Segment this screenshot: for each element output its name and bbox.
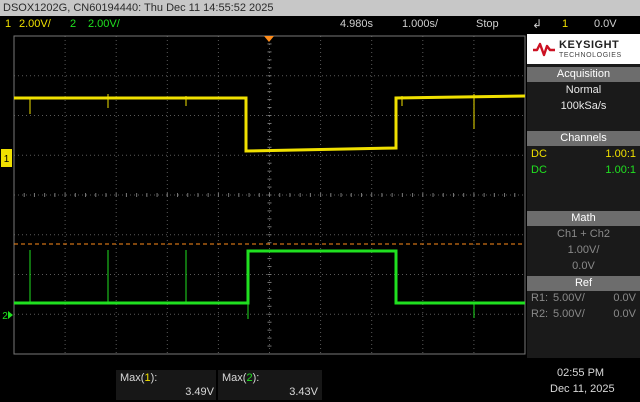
clock-time: 02:55 PM [557,367,605,379]
svg-text:2: 2 [2,311,8,322]
m1-prefix: Max( [120,372,145,384]
ch1-ground-marker[interactable]: 1 [1,149,12,167]
ref2-scale: 5.00V/ [553,308,585,320]
ref1-offset: 0.0V [613,292,636,304]
acquisition-mode: Normal [565,84,602,96]
trigger-edge-icon[interactable]: ↲ [532,17,542,31]
math-header[interactable]: Math [527,211,640,226]
brand-subtitle: TECHNOLOGIES [559,52,622,59]
ch1-scale[interactable]: 2.00V/ [19,18,51,30]
math-function: Ch1 + Ch2 [557,228,610,240]
ch2-coupling: DC [531,164,547,176]
title-bar: DSOX1202G, CN60194440: Thu Dec 11 14:55:… [0,0,640,16]
svg-text:1: 1 [4,154,10,165]
m2-suffix: ): [252,372,260,384]
measurement-2[interactable]: Max(2): 3.43V [218,370,322,400]
ch1-probe: 1.00:1 [605,148,636,160]
display-background [0,34,527,358]
math-scale: 1.00V/ [567,244,600,256]
ch2-scale[interactable]: 2.00V/ [88,18,120,30]
m1-value: 3.49V [185,386,214,398]
status-bar: 1 2.00V/ 2 2.00V/ 4.980s 1.000s/ Stop ↲ … [0,16,640,34]
keysight-wave-icon [533,42,555,57]
ref1-label: R1: [531,292,549,304]
acquisition-header[interactable]: Acquisition [527,67,640,82]
ref1-scale: 5.00V/ [553,292,585,304]
trigger-source[interactable]: 1 [562,18,568,30]
time-scale[interactable]: 1.000s/ [402,18,438,30]
measurement-bar: Max(1): 3.49V Max(2): 3.43V 02:55 PM Dec… [0,358,640,402]
channels-header[interactable]: Channels [527,131,640,146]
brand-name: KEYSIGHT [559,39,620,51]
trigger-level[interactable]: 0.0V [594,18,617,30]
time-position[interactable]: 4.980s [340,18,373,30]
ref-header[interactable]: Ref [527,276,640,291]
ch1-number[interactable]: 1 [5,18,11,30]
m1-suffix: ): [150,372,158,384]
waveform-display[interactable]: 1 2 [0,34,527,358]
measurement-1[interactable]: Max(1): 3.49V [116,370,216,400]
m2-prefix: Max( [222,372,247,384]
m2-value: 3.43V [289,386,318,398]
ref2-offset: 0.0V [613,308,636,320]
ch1-coupling: DC [531,148,547,160]
acquisition-rate: 100kSa/s [560,100,607,112]
run-state[interactable]: Stop [476,18,499,30]
brand-logo: KEYSIGHT TECHNOLOGIES [527,34,640,64]
ch2-number[interactable]: 2 [70,18,76,30]
ch2-probe: 1.00:1 [605,164,636,176]
instrument-title: DSOX1202G, CN60194440: Thu Dec 11 14:55:… [3,2,274,14]
side-panel: KEYSIGHT TECHNOLOGIES Acquisition Normal… [527,34,640,358]
math-offset: 0.0V [572,260,595,272]
ref2-label: R2: [531,308,549,320]
clock-date: Dec 11, 2025 [550,383,615,395]
